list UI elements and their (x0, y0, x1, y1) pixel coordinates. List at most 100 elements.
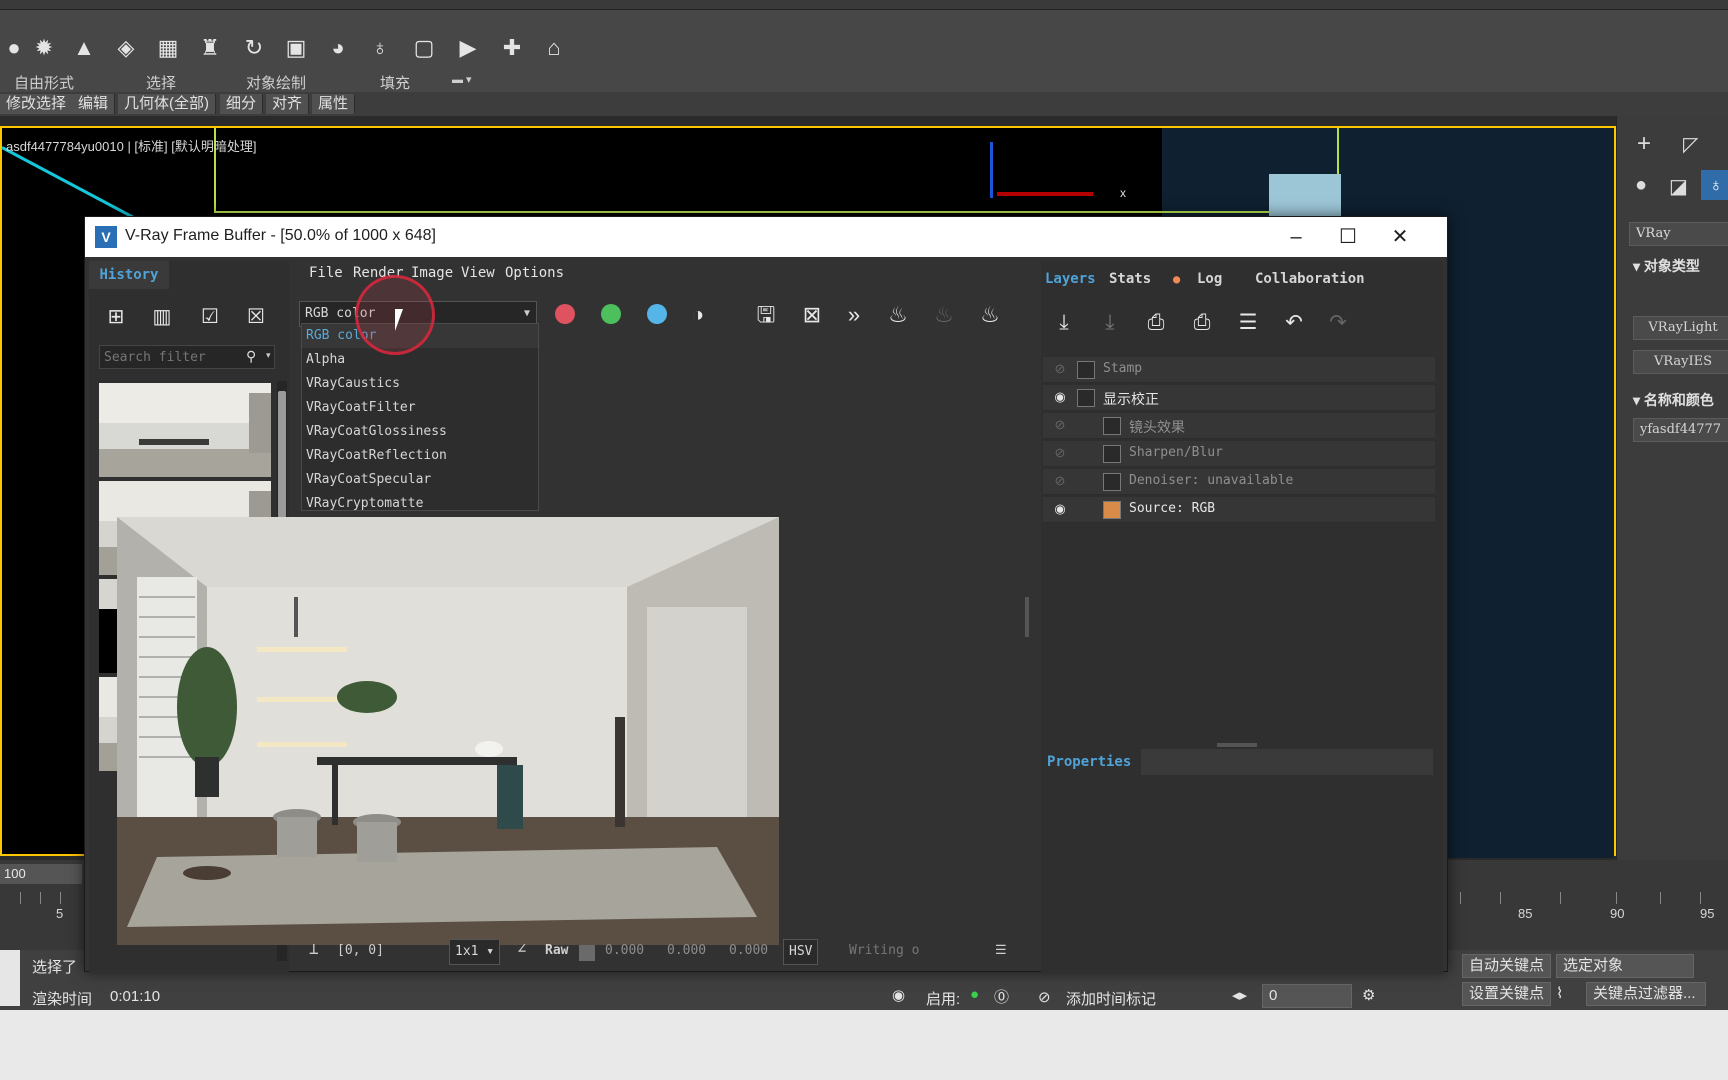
delete-history-icon[interactable]: ☒ (239, 301, 273, 333)
monitor-icon[interactable]: ▣ (282, 34, 310, 62)
search-options-chevron-icon[interactable]: ▾ (266, 350, 271, 361)
load-history-icon[interactable]: ☑ (193, 301, 227, 333)
ribbon-options-icon[interactable]: ▬ ▾ (452, 73, 472, 86)
tree-icon[interactable]: ▲ (70, 34, 98, 62)
layer-visibility-icon[interactable]: ⊘ (1051, 417, 1069, 433)
tab-layers[interactable]: Layers (1045, 265, 1096, 293)
renderer-dropdown[interactable]: VRay (1629, 222, 1728, 246)
tab-properties[interactable]: Properties (1043, 749, 1143, 775)
layer-row[interactable]: ◉ Source: RGB (1043, 497, 1435, 523)
shapes-icon[interactable]: ◪ (1669, 174, 1688, 199)
layer-visibility-icon[interactable]: ⊘ (1051, 445, 1069, 461)
save-layers-icon[interactable]: ⎙ (1139, 307, 1173, 339)
vrayies-button[interactable]: VRayIES (1633, 350, 1728, 374)
add-time-tag-label[interactable]: 添加时间标记 (1066, 988, 1156, 1009)
minimize-button[interactable]: – (1273, 221, 1319, 253)
clear-image-icon[interactable]: ⊠ (795, 299, 829, 331)
geometry-icon[interactable]: ● (1635, 174, 1647, 197)
tab-subdivide[interactable]: 细分 (220, 94, 264, 114)
layer-row[interactable]: ⊘ Denoiser: unavailable (1043, 469, 1435, 495)
stop-render-icon[interactable]: ♨ (927, 299, 961, 331)
tab-collaboration[interactable]: Collaboration (1255, 265, 1365, 293)
search-icon[interactable]: ⚲ (246, 348, 256, 365)
save-to-history-icon[interactable]: ⊞ (99, 301, 133, 333)
section-name-color[interactable]: ▾ 名称和颜色 (1633, 390, 1714, 410)
layer-row[interactable]: ⊘ Sharpen/Blur (1043, 441, 1435, 467)
tab-edit[interactable]: 编辑 (72, 94, 116, 114)
tab-modify-selection[interactable]: 修改选择 (0, 94, 74, 114)
tab-geometry-all[interactable]: 几何体(全部) (118, 94, 216, 114)
tab-align[interactable]: 对齐 (266, 94, 310, 114)
history-search[interactable]: ⚲ ▾ (99, 345, 275, 369)
menu-file[interactable]: File (309, 265, 343, 281)
cube-icon[interactable]: ◈ (112, 34, 140, 62)
menu-image[interactable]: Image (411, 265, 453, 281)
menu-view[interactable]: View (461, 265, 495, 281)
viewport-label[interactable]: asdf4477784yu0010 | [标准] [默认明暗处理] (6, 136, 257, 155)
sun-icon[interactable]: ✹ (30, 34, 58, 62)
tab-history[interactable]: History (89, 261, 169, 289)
render-frame-icon[interactable]: ▶ (454, 34, 482, 62)
time-slider-frame[interactable]: 100 (0, 864, 82, 884)
right-splitter[interactable] (1025, 597, 1029, 637)
teapot-icon[interactable]: ⌂ (540, 34, 568, 62)
ribbon-object-paint[interactable]: 对象绘制 (246, 72, 306, 93)
color-mode-select[interactable]: HSV (783, 939, 819, 965)
window-titlebar[interactable]: V V-Ray Frame Buffer - [50.0% of 1000 x … (85, 217, 1447, 257)
lights-icon[interactable]: ♁ (1701, 170, 1728, 200)
left-splitter[interactable] (294, 597, 298, 637)
rendered-image[interactable] (117, 517, 779, 945)
viewport-grid-icon[interactable]: ✚ (498, 34, 526, 62)
load-layers-icon[interactable]: ⎙ (1185, 307, 1219, 339)
layer-presets-icon[interactable]: ☰ (1231, 307, 1265, 339)
add-time-tag-icon[interactable]: ⊘ (1038, 988, 1051, 1006)
color-picker-icon[interactable]: ∠ (517, 939, 527, 958)
render-teapot-icon[interactable]: ♨ (881, 299, 915, 331)
grid-toggle-icon[interactable]: ⓪ (994, 986, 1009, 1007)
tab-properties[interactable]: 属性 (312, 94, 356, 114)
channel-option[interactable]: VRayCoatFilter (302, 396, 538, 420)
layer-visibility-icon[interactable]: ◉ (1051, 389, 1069, 405)
history-search-input[interactable] (100, 346, 240, 368)
table-icon[interactable]: ▦ (154, 34, 182, 62)
redo-icon[interactable]: ↷ (1321, 307, 1355, 339)
frame-icon[interactable]: ▢ (410, 34, 438, 62)
bottle-icon[interactable]: ♜ (196, 34, 224, 62)
layer-row[interactable]: ⊘ 镜头效果 (1043, 413, 1435, 439)
green-channel-toggle[interactable] (601, 304, 621, 324)
save-image-icon[interactable]: 🖫 (749, 299, 783, 331)
layer-row[interactable]: ◉ 显示校正 (1043, 385, 1435, 411)
selected-object-dropdown[interactable]: 选定对象 (1556, 954, 1694, 978)
palette-icon[interactable]: ◕ (324, 34, 352, 62)
create-layer-icon[interactable]: ⤓ (1047, 307, 1081, 339)
create-tab-icon[interactable]: + (1637, 130, 1651, 158)
key-mode-icon[interactable]: ⚙ (1362, 986, 1375, 1004)
close-button[interactable]: ✕ (1377, 221, 1423, 253)
modify-tab-icon[interactable]: ◸ (1683, 132, 1698, 157)
set-key-button[interactable]: 设置关键点 (1462, 982, 1552, 1006)
log-toggle-icon[interactable]: ☰ (995, 943, 1007, 958)
zoom-select[interactable]: 1x1 ▾ (449, 939, 501, 965)
channel-option[interactable]: VRayCoatGlossiness (302, 420, 538, 444)
delete-layer-icon[interactable]: ⤓ (1093, 307, 1127, 339)
mono-toggle-icon[interactable]: ◑ (681, 299, 715, 331)
section-object-type[interactable]: ▾ 对象类型 (1633, 256, 1700, 276)
menu-options[interactable]: Options (505, 265, 564, 281)
ribbon-populate[interactable]: 填充 (380, 72, 410, 93)
ribbon-freeform[interactable]: 自由形式 (14, 72, 74, 93)
layer-visibility-icon[interactable]: ⊘ (1051, 473, 1069, 489)
current-frame-field[interactable]: 0 (1262, 984, 1352, 1008)
undo-icon[interactable]: ↶ (1277, 307, 1311, 339)
object-name-field[interactable]: yfasdf44777 (1633, 418, 1728, 442)
interactive-render-icon[interactable]: ♨ (973, 299, 1007, 331)
loop-icon[interactable]: ↻ (240, 34, 268, 62)
frame-nav-icon[interactable]: ◂▸ (1232, 986, 1247, 1004)
channel-option[interactable]: VRayCryptomatte (302, 492, 538, 516)
light-bulb-icon[interactable]: ● (0, 34, 28, 62)
pixel-info-icon[interactable]: ⊥ (309, 939, 319, 958)
ab-compare-icon[interactable]: ▥ (145, 301, 179, 333)
channel-option[interactable]: VRayCoatSpecular (302, 468, 538, 492)
layer-visibility-icon[interactable]: ⊘ (1051, 361, 1069, 377)
isolate-icon[interactable]: ◉ (892, 986, 905, 1004)
layer-row[interactable]: ⊘ Stamp (1043, 357, 1435, 383)
